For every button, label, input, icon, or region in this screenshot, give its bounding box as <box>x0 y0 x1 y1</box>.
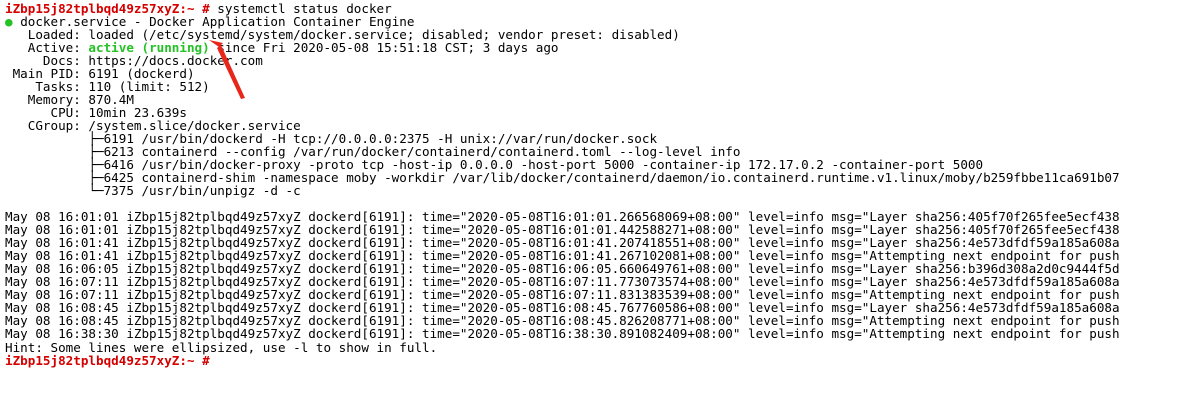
final-prompt-line[interactable]: iZbp15j82tplbqd49z57xyZ:~ # <box>5 354 210 367</box>
terminal-window[interactable]: iZbp15j82tplbqd49z57xyZ:~ # systemctl st… <box>0 0 1181 395</box>
shell-prompt: iZbp15j82tplbqd49z57xyZ:~ # <box>5 353 210 368</box>
process-line: └─7375 /usr/bin/unpigz -d -c <box>5 183 301 198</box>
log-line: May 08 16:38:30 iZbp15j82tplbqd49z57xyZ … <box>5 326 1120 341</box>
